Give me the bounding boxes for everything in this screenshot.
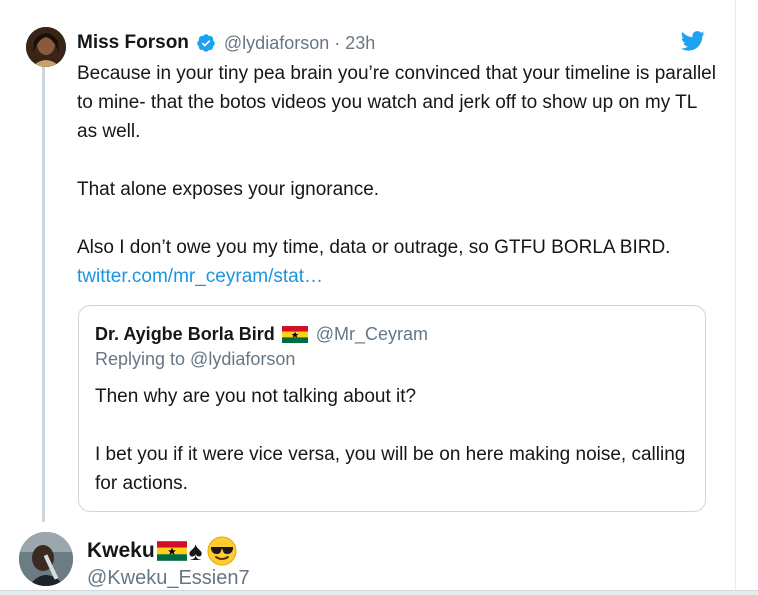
avatar-photo-icon	[26, 27, 66, 67]
quoted-tweet-card[interactable]: Dr. Ayigbe Borla Bird @Mr_Ceyram Replyin…	[78, 305, 706, 512]
ghana-flag-icon	[156, 541, 187, 561]
horizontal-scrollbar[interactable]	[0, 590, 758, 595]
spade-icon: ♠	[188, 536, 203, 566]
tweet-paragraph-with-link: Also I don’t owe you my time, data or ou…	[77, 233, 717, 291]
tweet-paragraph: Because in your tiny pea brain you’re co…	[77, 63, 716, 142]
quoted-author-name: Dr. Ayigbe Borla Bird	[95, 323, 275, 344]
next-tweet-header: Kweku ♠	[87, 536, 237, 566]
quoted-paragraph: Then why are you not talking about it?	[95, 386, 417, 407]
verified-badge-icon	[196, 33, 216, 53]
quoted-tweet-header: Dr. Ayigbe Borla Bird @Mr_Ceyram	[95, 322, 428, 346]
avatar[interactable]	[26, 27, 66, 67]
quoted-tweet-link[interactable]: twitter.com/mr_ceyram/stat…	[77, 266, 323, 287]
avatar-photo-icon	[19, 532, 73, 586]
tweet-paragraph: That alone exposes your ignorance.	[77, 179, 380, 200]
quoted-tweet-body: Then why are you not talking about it? I…	[95, 382, 695, 498]
replying-to-label: Replying to @lydiaforson	[95, 349, 296, 369]
sunglasses-face-icon	[207, 536, 237, 566]
ghana-flag-icon	[281, 325, 308, 343]
author-handle[interactable]: @lydiaforson	[224, 33, 329, 54]
timestamp[interactable]: 23h	[345, 33, 375, 54]
thread-connector-line	[42, 64, 45, 522]
twitter-bird-icon[interactable]	[680, 30, 705, 52]
avatar[interactable]	[19, 532, 73, 586]
tweet-paragraph: Also I don’t owe you my time, data or ou…	[77, 237, 671, 258]
next-author-handle[interactable]: @Kweku_Essien7	[87, 567, 250, 590]
quoted-paragraph: I bet you if it were vice versa, you wil…	[95, 444, 686, 494]
tweet-body: Because in your tiny pea brain you’re co…	[77, 59, 717, 291]
quoted-author-handle: @Mr_Ceyram	[315, 323, 428, 344]
next-author-name[interactable]: Kweku	[87, 539, 155, 563]
tweet-header: Miss Forson @lydiaforson · 23h	[77, 30, 375, 56]
separator-dot: ·	[334, 32, 341, 53]
author-name[interactable]: Miss Forson	[77, 32, 189, 54]
